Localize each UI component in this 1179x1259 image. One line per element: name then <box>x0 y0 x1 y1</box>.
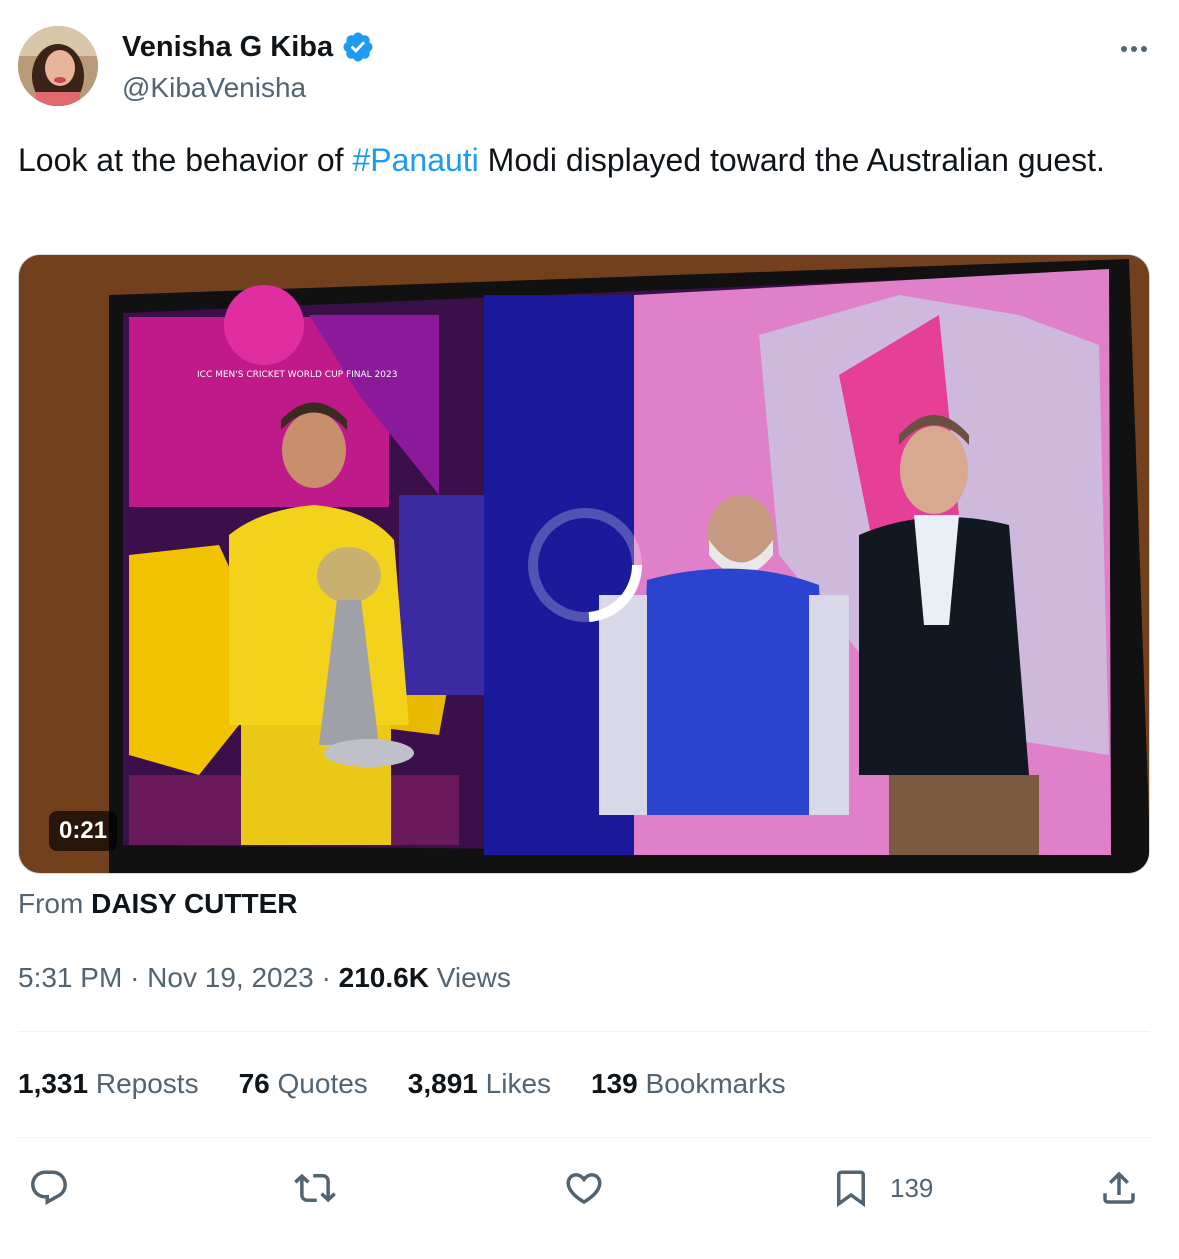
stat-label: Reposts <box>95 1068 199 1099</box>
attribution-prefix: From <box>18 888 84 919</box>
stat-count: 139 <box>591 1068 638 1099</box>
attribution: From DAISY CUTTER <box>18 888 298 920</box>
views-label: Views <box>436 962 511 993</box>
stat-bookmarks[interactable]: 139 Bookmarks <box>591 1068 786 1100</box>
tweet-text-before: Look at the behavior of <box>18 142 353 178</box>
divider <box>18 1137 1150 1138</box>
repost-button[interactable] <box>294 1166 336 1210</box>
name-row: Venisha G Kiba <box>122 30 375 64</box>
tweet-text-after: Modi displayed toward the Australian gue… <box>478 142 1105 178</box>
stat-reposts[interactable]: 1,331 Reposts <box>18 1068 199 1100</box>
reply-button[interactable] <box>28 1166 70 1210</box>
repost-icon <box>294 1173 336 1203</box>
share-button[interactable] <box>1098 1166 1140 1210</box>
stat-label: Likes <box>485 1068 552 1099</box>
stat-quotes[interactable]: 76 Quotes <box>239 1068 368 1100</box>
hashtag-link[interactable]: #Panauti <box>352 142 478 178</box>
tweet-header: Venisha G Kiba @KibaVenisha <box>18 26 1158 108</box>
stat-label: Bookmarks <box>645 1068 786 1099</box>
stat-count: 1,331 <box>18 1068 89 1099</box>
tweet-meta: 5:31 PM · Nov 19, 2023 · 210.6K Views <box>18 962 511 993</box>
bookmark-icon <box>837 1170 865 1208</box>
stat-label: Quotes <box>277 1068 368 1099</box>
video-frame: ICC MEN'S CRICKET WORLD CUP FINAL 2023 <box>19 255 1149 873</box>
views-count: 210.6K <box>338 962 429 993</box>
like-button[interactable] <box>563 1166 605 1210</box>
verified-badge-icon <box>343 32 373 62</box>
handle[interactable]: @KibaVenisha <box>122 72 306 104</box>
heart-icon <box>566 1173 602 1205</box>
more-options-icon[interactable] <box>1114 34 1154 64</box>
action-bar: 139 <box>18 1160 1150 1216</box>
reply-icon <box>31 1170 67 1205</box>
bookmark-button[interactable]: 139 <box>830 1166 933 1210</box>
video-player[interactable]: ICC MEN'S CRICKET WORLD CUP FINAL 2023 0… <box>18 254 1150 874</box>
engagement-stats: 1,331 Reposts 76 Quotes 3,891 Likes 139 … <box>18 1068 826 1100</box>
share-icon <box>1103 1171 1135 1204</box>
display-name[interactable]: Venisha G Kiba <box>122 31 333 64</box>
avatar[interactable] <box>18 26 98 106</box>
stat-likes[interactable]: 3,891 Likes <box>408 1068 551 1100</box>
stat-count: 3,891 <box>407 1068 478 1099</box>
tweet-time[interactable]: 5:31 PM <box>18 962 122 993</box>
video-duration: 0:21 <box>49 811 118 851</box>
stat-count: 76 <box>238 1068 270 1099</box>
video-overlay-text: ICC MEN'S CRICKET WORLD CUP FINAL 2023 <box>197 370 397 380</box>
bookmark-count: 139 <box>890 1172 934 1203</box>
tweet-text: Look at the behavior of #Panauti Modi di… <box>18 136 1148 184</box>
divider <box>18 1031 1150 1032</box>
attribution-source-link[interactable]: DAISY CUTTER <box>91 888 297 919</box>
tweet-date[interactable]: Nov 19, 2023 <box>147 962 314 993</box>
